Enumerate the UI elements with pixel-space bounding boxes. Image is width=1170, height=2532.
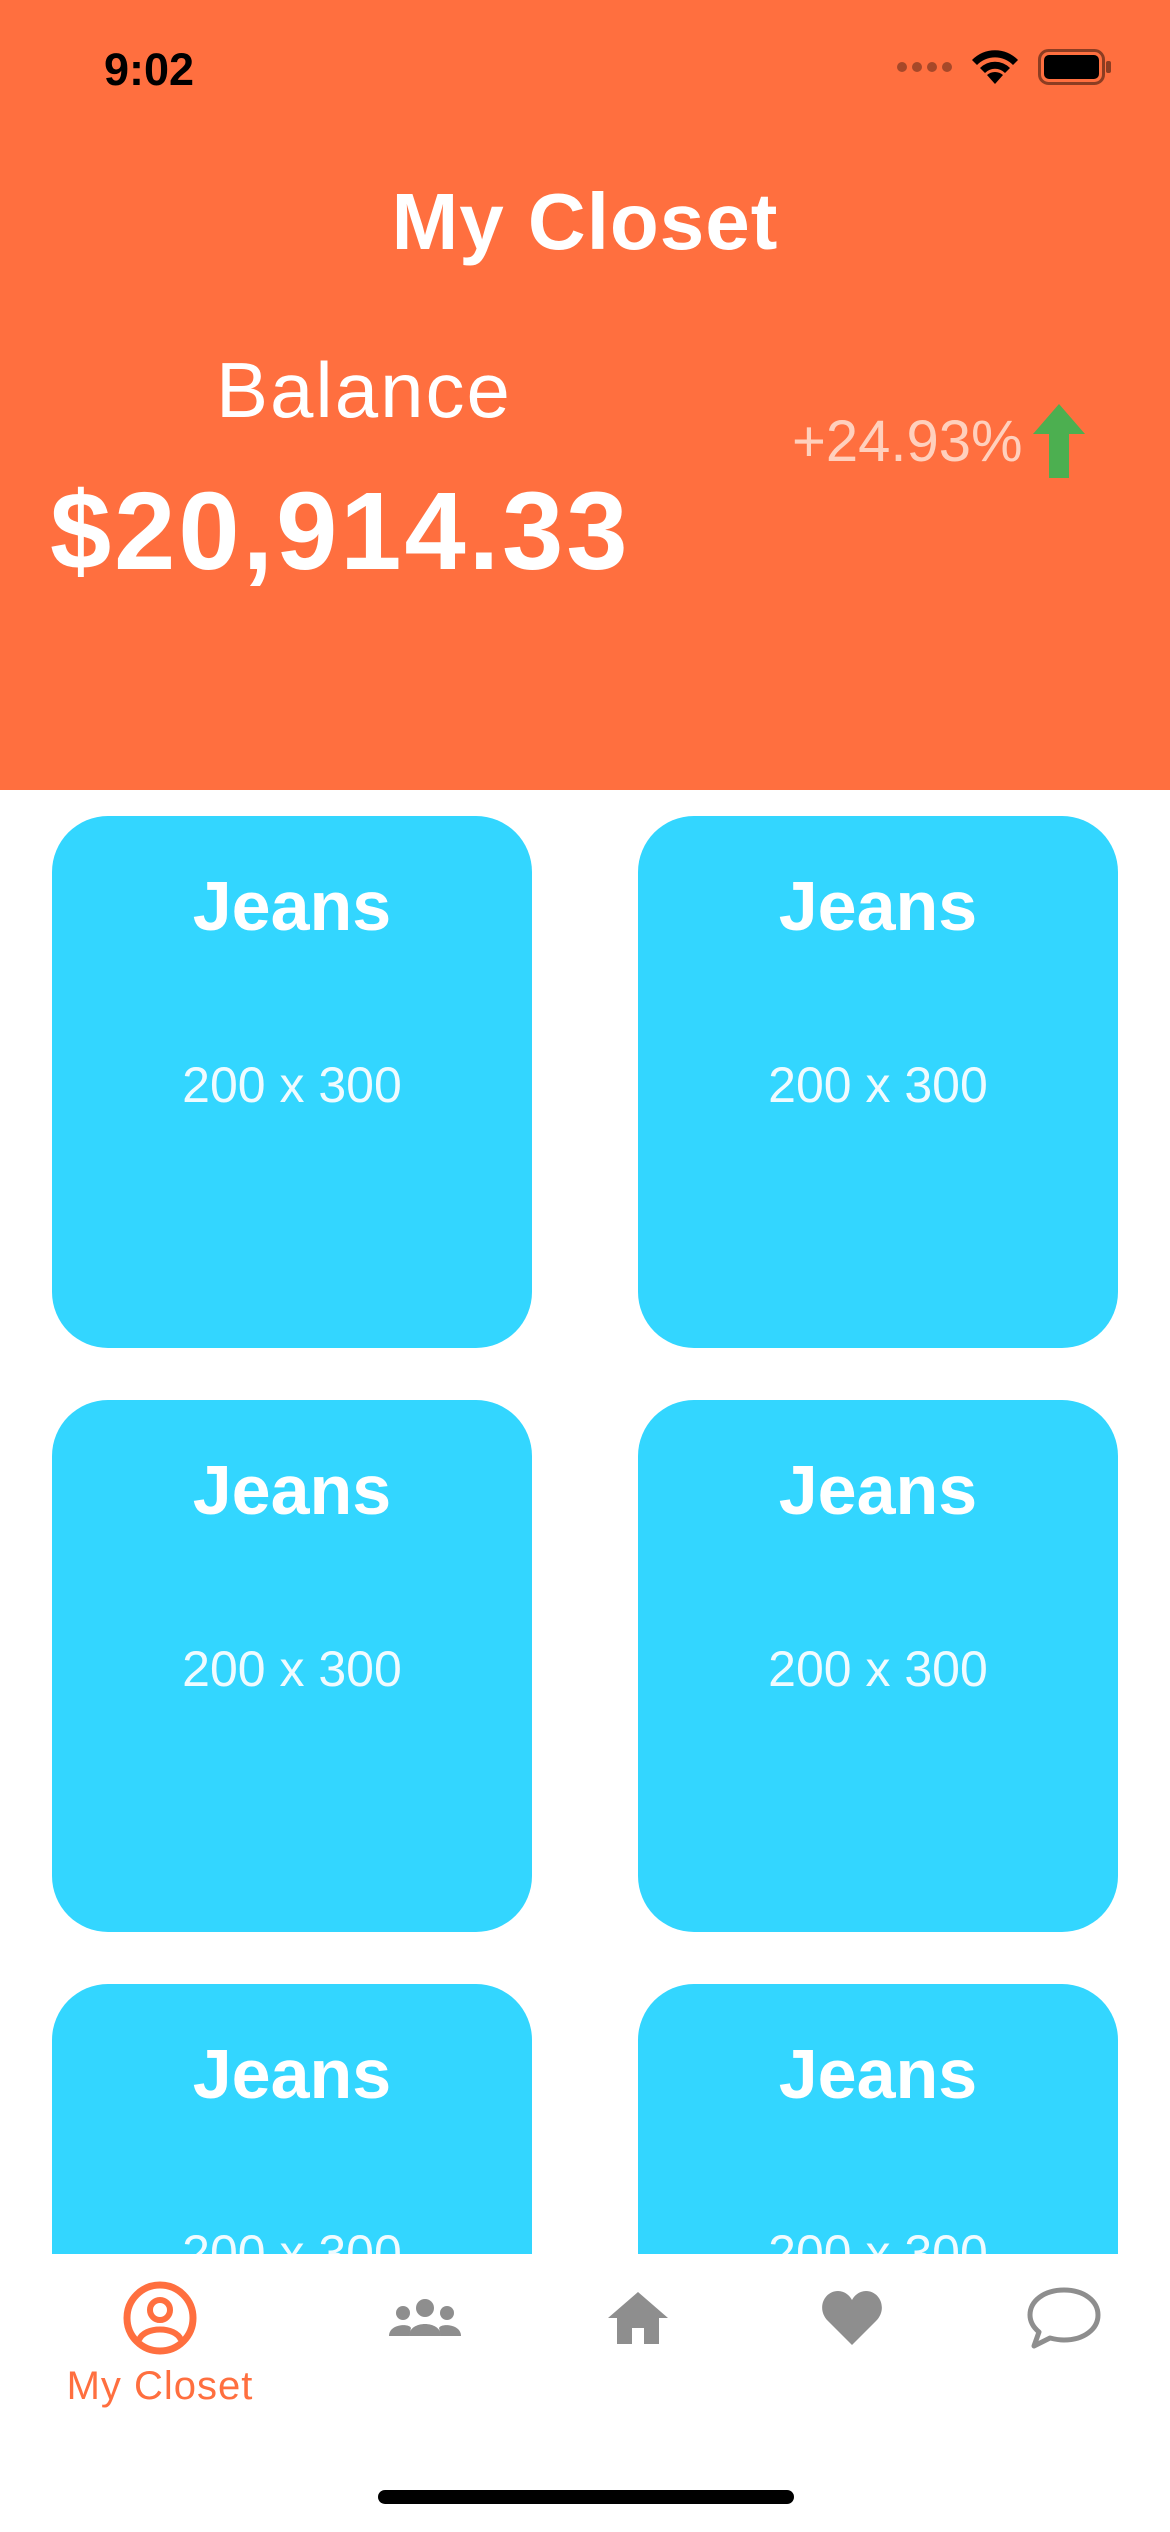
- item-image-placeholder: 200 x 300: [768, 1057, 988, 1113]
- balance-change: +24.93%: [792, 404, 1085, 478]
- item-image-placeholder: 200 x 300: [182, 1057, 402, 1113]
- closet-item-card[interactable]: Jeans 200 x 300: [52, 1984, 532, 2254]
- tab-messages[interactable]: [964, 2272, 1164, 2422]
- balance-value: $20,914.33: [50, 470, 631, 593]
- change-percent: +24.93%: [792, 408, 1023, 474]
- battery-icon: [1038, 49, 1112, 85]
- balance-label: Balance: [216, 346, 512, 434]
- item-title: Jeans: [778, 867, 978, 945]
- tab-friends[interactable]: [325, 2272, 525, 2422]
- tab-label: My Closet: [66, 2364, 254, 2408]
- chat-bubble-icon: [1026, 2272, 1102, 2364]
- closet-item-card[interactable]: Jeans 200 x 300: [638, 1400, 1118, 1932]
- closet-item-card[interactable]: Jeans 200 x 300: [52, 1400, 532, 1932]
- tab-my-closet[interactable]: My Closet: [60, 2272, 260, 2422]
- item-title: Jeans: [192, 867, 392, 945]
- item-title: Jeans: [192, 1451, 392, 1529]
- status-icons: [897, 48, 1112, 86]
- user-circle-icon: [122, 2272, 198, 2364]
- home-icon: [606, 2272, 670, 2364]
- home-indicator: [378, 2490, 794, 2504]
- closet-grid: Jeans 200 x 300 Jeans 200 x 300 Jeans 20…: [0, 790, 1170, 2254]
- item-image-placeholder: 200 x 300: [768, 1641, 988, 1697]
- item-title: Jeans: [192, 2035, 392, 2113]
- item-image-placeholder: 200 x 300: [182, 2225, 402, 2254]
- arrow-up-icon: [1032, 404, 1085, 478]
- people-icon: [387, 2272, 463, 2364]
- item-title: Jeans: [778, 2035, 978, 2113]
- header: 9:02 My Closet Balance $20,914.33 +24.93…: [0, 0, 1170, 790]
- tab-home[interactable]: [538, 2272, 738, 2422]
- closet-item-card[interactable]: Jeans 200 x 300: [638, 1984, 1118, 2254]
- item-image-placeholder: 200 x 300: [182, 1641, 402, 1697]
- item-image-placeholder: 200 x 300: [768, 2225, 988, 2254]
- cellular-signal-icon: [897, 62, 952, 72]
- closet-item-card[interactable]: Jeans 200 x 300: [638, 816, 1118, 1348]
- closet-item-card[interactable]: Jeans 200 x 300: [52, 816, 532, 1348]
- page-title: My Closet: [391, 177, 779, 266]
- heart-icon: [820, 2272, 884, 2364]
- tab-favorites[interactable]: [752, 2272, 952, 2422]
- status-time: 9:02: [104, 44, 195, 95]
- item-title: Jeans: [778, 1451, 978, 1529]
- wifi-icon: [970, 48, 1020, 86]
